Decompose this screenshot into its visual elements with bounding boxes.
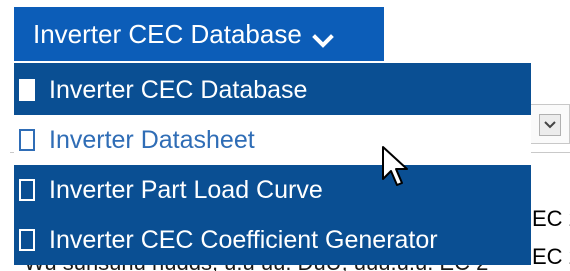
screen: EC 2 EC 2 Wu sunsunu hudds, u.u uu. DuU,…	[0, 0, 570, 271]
menu-item-label: Inverter CEC Database	[49, 75, 308, 104]
menu-item-label: Inverter CEC Coefficient Generator	[49, 225, 438, 254]
chevron-down-icon	[311, 26, 334, 48]
dropdown-menu: Inverter CEC Database Inverter Datasheet…	[14, 63, 531, 265]
inverter-type-dropdown-button[interactable]: Inverter CEC Database	[14, 7, 384, 61]
checkbox-empty-icon	[19, 179, 35, 201]
checkbox-empty-icon	[19, 229, 35, 251]
checkbox-empty-icon	[19, 129, 35, 151]
menu-item-inverter-datasheet[interactable]: Inverter Datasheet	[14, 115, 531, 165]
dropdown-button-label: Inverter CEC Database	[33, 18, 302, 49]
select-arrow-icon[interactable]	[539, 114, 561, 136]
background-text-peek-bottom: EC 2	[532, 244, 570, 269]
menu-item-inverter-part-load-curve[interactable]: Inverter Part Load Curve	[14, 165, 531, 215]
menu-item-label: Inverter Part Load Curve	[49, 175, 323, 204]
menu-item-inverter-cec-coefficient-generator[interactable]: Inverter CEC Coefficient Generator	[14, 215, 531, 265]
menu-item-inverter-cec-database[interactable]: Inverter CEC Database	[14, 65, 531, 115]
checkbox-filled-icon	[19, 79, 35, 101]
background-text-peek-top: EC 2	[532, 206, 570, 231]
mouse-pointer-icon	[382, 146, 408, 186]
menu-item-label: Inverter Datasheet	[49, 125, 255, 154]
